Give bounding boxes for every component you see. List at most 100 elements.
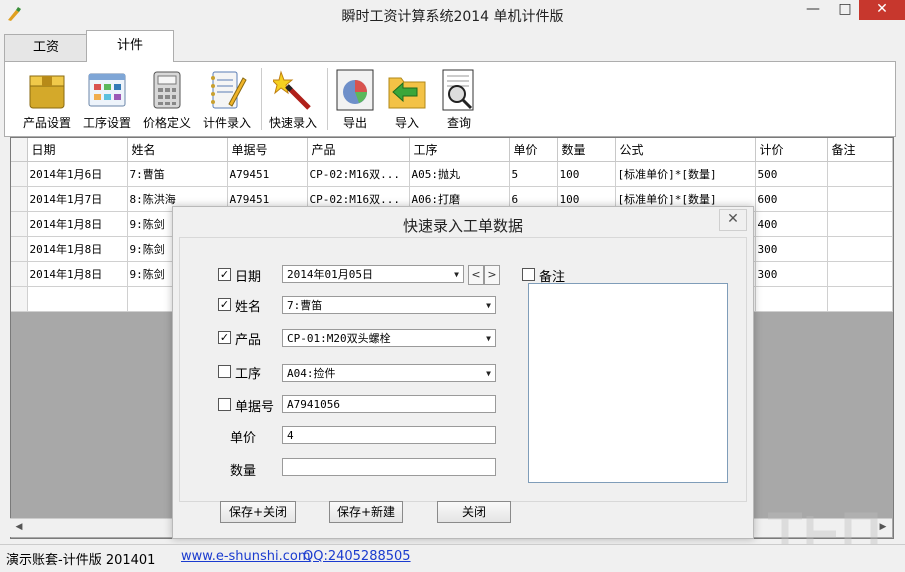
table-cell[interactable] xyxy=(827,161,893,187)
column-header[interactable]: 日期 xyxy=(27,138,128,162)
tab-piecework[interactable]: 计件 xyxy=(86,30,174,62)
product-value: CP-01:M20双头螺栓 xyxy=(287,332,391,345)
table-cell[interactable]: CP-02:M16双... xyxy=(307,161,410,187)
save-close-button[interactable]: 保存+关闭 xyxy=(220,501,296,523)
scroll-left-icon[interactable]: ◀ xyxy=(12,520,26,534)
process-select[interactable]: A04:捡件 ▼ xyxy=(282,364,496,382)
minimize-button[interactable]: — xyxy=(797,0,829,20)
remark-textarea[interactable] xyxy=(528,283,728,483)
piece-entry-button[interactable]: 计件录入 xyxy=(197,66,257,131)
table-cell[interactable]: 2014年1月8日 xyxy=(27,211,128,237)
price-definition-button[interactable]: 价格定义 xyxy=(137,66,197,131)
product-select[interactable]: CP-01:M20双头螺栓 ▼ xyxy=(282,329,496,347)
tool-label: 快速录入 xyxy=(268,116,317,130)
doc-number-checkbox[interactable] xyxy=(218,398,231,411)
dropdown-arrow-icon: ▼ xyxy=(454,270,459,279)
column-header[interactable]: 公式 xyxy=(615,138,756,162)
column-header[interactable]: 备注 xyxy=(827,138,893,162)
next-date-button[interactable]: > xyxy=(484,265,500,285)
table-cell[interactable] xyxy=(827,236,893,262)
column-header[interactable]: 单价 xyxy=(509,138,558,162)
table-row[interactable]: 2014年1月6日 7:曹笛 A79451 CP-02:M16双... A05:抛丸 5 1… xyxy=(11,161,893,187)
quick-entry-button[interactable]: 快速录入 xyxy=(263,66,323,131)
window-title: 瞬时工资计算系统2014 单机计件版 xyxy=(341,9,564,25)
save-new-button[interactable]: 保存+新建 xyxy=(329,501,403,523)
website-link[interactable]: www.e-shunshi.com xyxy=(181,549,311,564)
remark-checkbox[interactable] xyxy=(522,268,535,281)
close-window-button[interactable]: ✕ xyxy=(859,0,905,20)
table-cell[interactable] xyxy=(755,286,828,312)
export-button[interactable]: 导出 xyxy=(325,66,385,131)
table-cell[interactable]: 7:曹笛 xyxy=(127,161,228,187)
dialog-close-button[interactable]: ✕ xyxy=(719,209,747,231)
table-cell[interactable]: 400 xyxy=(755,211,828,237)
column-header[interactable]: 数量 xyxy=(557,138,616,162)
table-cell[interactable] xyxy=(827,261,893,287)
table-cell[interactable]: 300 xyxy=(755,236,828,262)
name-select[interactable]: 7:曹笛 ▼ xyxy=(282,296,496,314)
table-cell[interactable] xyxy=(827,211,893,237)
tool-label: 查询 xyxy=(446,116,471,130)
table-cell[interactable]: 2014年1月6日 xyxy=(27,161,128,187)
table-cell[interactable]: 5 xyxy=(509,161,558,187)
row-header[interactable] xyxy=(11,261,28,287)
unit-price-input[interactable]: 4 xyxy=(282,426,496,444)
table-cell[interactable]: A79451 xyxy=(227,161,308,187)
row-header[interactable] xyxy=(11,236,28,262)
tool-label: 工序设置 xyxy=(82,116,131,130)
name-checkbox[interactable]: ✓ xyxy=(218,298,231,311)
dialog-cancel-button[interactable]: 关闭 xyxy=(437,501,511,523)
calculator-icon xyxy=(153,71,181,109)
table-cell[interactable]: 600 xyxy=(755,186,828,212)
table-cell[interactable]: 2014年1月8日 xyxy=(27,261,128,287)
table-cell[interactable]: [标准单价]*[数量] xyxy=(615,161,756,187)
tool-label: 导入 xyxy=(394,116,419,130)
qq-link[interactable]: QQ:2405288505 xyxy=(303,549,411,564)
row-header[interactable] xyxy=(11,211,28,237)
table-cell[interactable] xyxy=(827,286,893,312)
date-picker[interactable]: 2014年01月05日 ▼ xyxy=(282,265,464,283)
date-checkbox[interactable]: ✓ xyxy=(218,268,231,281)
notebook-pencil-icon xyxy=(211,71,247,109)
process-settings-button[interactable]: 工序设置 xyxy=(77,66,137,131)
row-header[interactable] xyxy=(11,186,28,212)
quantity-input[interactable] xyxy=(282,458,496,476)
product-settings-button[interactable]: 产品设置 xyxy=(17,66,77,131)
status-bar: 演示账套-计件版 201401 www.e-shunshi.com QQ:240… xyxy=(0,544,905,572)
column-header[interactable]: 计价 xyxy=(755,138,828,162)
account-status: 演示账套-计件版 201401 xyxy=(6,553,156,568)
quantity-label: 数量 xyxy=(230,464,257,479)
column-header[interactable]: 单据号 xyxy=(227,138,308,162)
row-header[interactable] xyxy=(11,286,28,312)
table-cell[interactable] xyxy=(27,286,128,312)
import-button[interactable]: 导入 xyxy=(377,66,437,131)
table-cell[interactable]: A05:抛丸 xyxy=(409,161,510,187)
table-cell[interactable]: 2014年1月8日 xyxy=(27,236,128,262)
product-box-icon xyxy=(29,75,65,109)
table-cell[interactable] xyxy=(827,186,893,212)
column-header[interactable]: 姓名 xyxy=(127,138,228,162)
previous-date-button[interactable]: < xyxy=(468,265,484,285)
maximize-button[interactable]: □ xyxy=(829,0,861,20)
column-header[interactable]: 产品 xyxy=(307,138,410,162)
table-cell[interactable]: 300 xyxy=(755,261,828,287)
column-header[interactable]: 工序 xyxy=(409,138,510,162)
date-label: 日期 xyxy=(235,270,262,285)
doc-number-label: 单据号 xyxy=(235,400,275,415)
name-label: 姓名 xyxy=(235,300,262,315)
tab-salary[interactable]: 工资 xyxy=(4,34,88,61)
product-checkbox[interactable]: ✓ xyxy=(218,331,231,344)
process-checkbox[interactable] xyxy=(218,365,231,378)
table-cell[interactable]: 500 xyxy=(755,161,828,187)
process-grid-icon xyxy=(88,73,126,107)
search-document-icon xyxy=(442,69,474,111)
table-cell[interactable]: 100 xyxy=(557,161,616,187)
doc-number-input[interactable]: A7941056 xyxy=(282,395,496,413)
table-cell[interactable]: 2014年1月7日 xyxy=(27,186,128,212)
query-button[interactable]: 查询 xyxy=(429,66,489,131)
date-value: 2014年01月05日 xyxy=(287,268,373,281)
row-header[interactable] xyxy=(11,161,28,187)
tool-label: 价格定义 xyxy=(142,116,191,130)
quick-entry-dialog: 快速录入工单数据 ✕ ✓ 日期 2014年01月05日 ▼ < > ✓ 姓名 7… xyxy=(172,206,754,539)
dropdown-arrow-icon: ▼ xyxy=(486,301,491,310)
